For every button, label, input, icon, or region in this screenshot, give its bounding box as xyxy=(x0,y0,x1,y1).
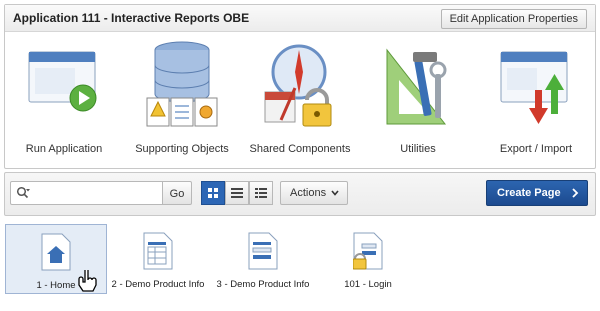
supporting-objects-icon xyxy=(146,41,218,127)
go-button[interactable]: Go xyxy=(162,181,192,205)
search-icon[interactable] xyxy=(16,186,30,200)
detail-list-icon xyxy=(255,188,267,198)
home-page-icon xyxy=(41,233,71,271)
chevron-down-icon xyxy=(331,190,339,196)
grid-icon xyxy=(208,188,218,198)
tile-label: Export / Import xyxy=(499,143,573,155)
page-label: 2 - Demo Product Info xyxy=(111,279,205,290)
application-title: Application 111 - Interactive Reports OB… xyxy=(13,11,250,25)
page-item-login[interactable]: 101 - Login xyxy=(318,224,418,292)
run-application-icon xyxy=(28,51,97,112)
icon-view-button[interactable] xyxy=(201,181,225,205)
login-page-icon xyxy=(353,232,383,270)
detail-view-button[interactable] xyxy=(249,181,273,205)
application-home-frame: Application 111 - Interactive Reports OB… xyxy=(0,0,600,311)
actions-label: Actions xyxy=(290,187,327,199)
search-box xyxy=(10,181,164,205)
list-view-button[interactable] xyxy=(225,181,249,205)
create-page-button[interactable]: Create Page xyxy=(486,180,588,206)
hand-cursor-icon xyxy=(78,270,97,292)
panel-header: Application 111 - Interactive Reports OB… xyxy=(5,5,595,32)
tile-label: Run Application xyxy=(25,143,103,155)
tile-shared-components[interactable]: Shared Components xyxy=(241,32,359,168)
tile-run-application[interactable]: Run Application xyxy=(5,32,123,168)
tile-export-import[interactable]: Export / Import xyxy=(477,32,595,168)
export-import-icon xyxy=(500,51,568,124)
actions-menu-button[interactable]: Actions xyxy=(280,181,348,205)
create-page-label: Create Page xyxy=(497,187,561,199)
tile-label: Utilities xyxy=(400,143,436,155)
page-label: 3 - Demo Product Info xyxy=(216,279,310,290)
page-label: 101 - Login xyxy=(344,279,392,290)
form-page-icon xyxy=(248,232,278,270)
chevron-right-icon xyxy=(572,188,579,198)
search-input[interactable] xyxy=(35,184,163,202)
report-page-icon xyxy=(143,232,173,270)
application-panel: Application 111 - Interactive Reports OB… xyxy=(4,4,596,169)
tile-label: Supporting Objects xyxy=(135,143,229,155)
tile-supporting-objects[interactable]: Supporting Objects xyxy=(123,32,241,168)
page-item-demo-product-info-3[interactable]: 3 - Demo Product Info xyxy=(213,224,313,292)
tile-label: Shared Components xyxy=(249,143,351,155)
tile-utilities[interactable]: Utilities xyxy=(359,32,477,168)
page-toolbar: Go Actions Create Page xyxy=(4,172,596,216)
page-item-demo-product-info-2[interactable]: 2 - Demo Product Info xyxy=(108,224,208,292)
application-tiles: Run Application Supporting Objects Share… xyxy=(5,32,595,168)
shared-components-icon xyxy=(264,44,332,127)
utilities-icon xyxy=(386,48,447,125)
pages-list: 1 - Home 2 - Demo Product Info 3 - Demo … xyxy=(0,222,600,311)
edit-application-properties-button[interactable]: Edit Application Properties xyxy=(440,9,587,29)
list-icon xyxy=(231,188,243,198)
